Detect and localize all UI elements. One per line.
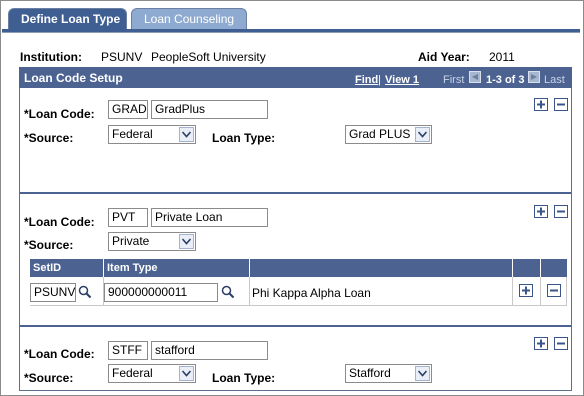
plus-icon bbox=[537, 339, 545, 348]
lookup-icon[interactable] bbox=[221, 285, 235, 299]
loan-code-input[interactable]: GRAD bbox=[108, 100, 148, 119]
aid-year-label: Aid Year: bbox=[418, 50, 470, 64]
lookup-icon[interactable] bbox=[78, 285, 92, 299]
chevron-down-icon bbox=[415, 366, 430, 381]
institution-label: Institution: bbox=[20, 50, 82, 64]
loan-type-label: Loan Type: bbox=[212, 371, 276, 385]
source-value: Federal bbox=[112, 127, 153, 141]
delete-row-button[interactable] bbox=[554, 205, 568, 218]
loan-code-input[interactable]: PVT bbox=[108, 208, 148, 227]
item-type-input[interactable]: 900000000011 bbox=[104, 283, 218, 302]
link-separator: | bbox=[378, 74, 381, 86]
grid-title: Loan Code Setup bbox=[24, 71, 123, 85]
plus-icon bbox=[537, 207, 545, 216]
col-setid: SetID bbox=[30, 259, 104, 277]
minus-icon bbox=[550, 289, 558, 292]
loan-type-label: Loan Type: bbox=[212, 131, 276, 145]
tab-underline-shadow bbox=[2, 32, 580, 33]
minus-icon bbox=[557, 210, 565, 213]
cell-divider bbox=[566, 277, 567, 305]
source-label: *Source: bbox=[24, 131, 74, 145]
loan-code-label: *Loan Code: bbox=[24, 215, 95, 229]
col-delete bbox=[541, 259, 567, 277]
last-label: Last bbox=[544, 74, 565, 86]
item-type-grid-header: SetID Item Type bbox=[30, 259, 567, 277]
loan-code-setup-grid bbox=[19, 67, 572, 391]
tab-loan-counseling[interactable]: Loan Counseling bbox=[131, 8, 247, 29]
col-description bbox=[250, 259, 513, 277]
row-separator bbox=[20, 325, 571, 327]
minus-icon bbox=[557, 342, 565, 345]
cell-divider bbox=[540, 277, 541, 305]
delete-row-button[interactable] bbox=[554, 337, 568, 350]
minus-icon bbox=[557, 103, 565, 106]
first-label: First bbox=[443, 74, 465, 86]
chevron-down-icon bbox=[179, 234, 194, 249]
chevron-down-icon bbox=[415, 127, 430, 142]
col-item-type: Item Type bbox=[104, 259, 250, 277]
setid-input[interactable]: PSUNV bbox=[30, 283, 76, 302]
add-row-button[interactable] bbox=[534, 337, 548, 350]
source-select[interactable]: Private bbox=[108, 232, 196, 251]
add-row-button[interactable] bbox=[534, 98, 548, 111]
source-label: *Source: bbox=[24, 371, 74, 385]
loan-description-input[interactable]: Private Loan bbox=[151, 208, 268, 227]
loan-type-value: Stafford bbox=[349, 366, 391, 380]
loan-code-label: *Loan Code: bbox=[24, 107, 95, 121]
loan-type-value: Grad PLUS bbox=[349, 127, 411, 141]
source-value: Private bbox=[112, 234, 150, 248]
source-value: Federal bbox=[112, 366, 153, 380]
col-add bbox=[513, 259, 541, 277]
chevron-down-icon bbox=[179, 127, 194, 142]
source-select[interactable]: Federal bbox=[108, 125, 196, 144]
prev-arrow-icon[interactable]: ◀ bbox=[469, 71, 481, 83]
aid-year-value: 2011 bbox=[489, 50, 515, 64]
loan-type-select[interactable]: Stafford bbox=[345, 364, 432, 383]
delete-row-button[interactable] bbox=[554, 98, 568, 111]
chevron-down-icon bbox=[179, 366, 194, 381]
loan-code-label: *Loan Code: bbox=[24, 347, 95, 361]
add-item-row-button[interactable] bbox=[519, 284, 533, 297]
source-select[interactable]: Federal bbox=[108, 364, 196, 383]
loan-type-select[interactable]: Grad PLUS bbox=[345, 125, 432, 144]
loan-description-input[interactable]: GradPlus bbox=[151, 100, 268, 119]
cell-divider bbox=[249, 277, 250, 305]
plus-icon bbox=[537, 100, 545, 109]
view-1-link[interactable]: View 1 bbox=[385, 74, 419, 86]
row-range: 1-3 of 3 bbox=[486, 74, 525, 86]
item-type-description: Phi Kappa Alpha Loan bbox=[252, 286, 371, 300]
loan-code-input[interactable]: STFF bbox=[108, 341, 148, 360]
loan-description-input[interactable]: stafford bbox=[151, 341, 268, 360]
cell-divider bbox=[512, 277, 513, 305]
add-row-button[interactable] bbox=[534, 205, 548, 218]
tab-define-loan-type[interactable]: Define Loan Type bbox=[8, 8, 127, 29]
delete-item-row-button[interactable] bbox=[547, 284, 561, 297]
next-arrow-icon[interactable]: ▶ bbox=[528, 71, 540, 83]
grid-header: Loan Code Setup Find | View 1 First ◀ 1-… bbox=[19, 67, 572, 88]
source-label: *Source: bbox=[24, 238, 74, 252]
row-separator bbox=[20, 192, 571, 194]
institution-name: PeopleSoft University bbox=[151, 50, 266, 64]
plus-icon bbox=[522, 286, 530, 295]
find-link[interactable]: Find bbox=[355, 74, 378, 86]
institution-code: PSUNV bbox=[101, 50, 143, 64]
